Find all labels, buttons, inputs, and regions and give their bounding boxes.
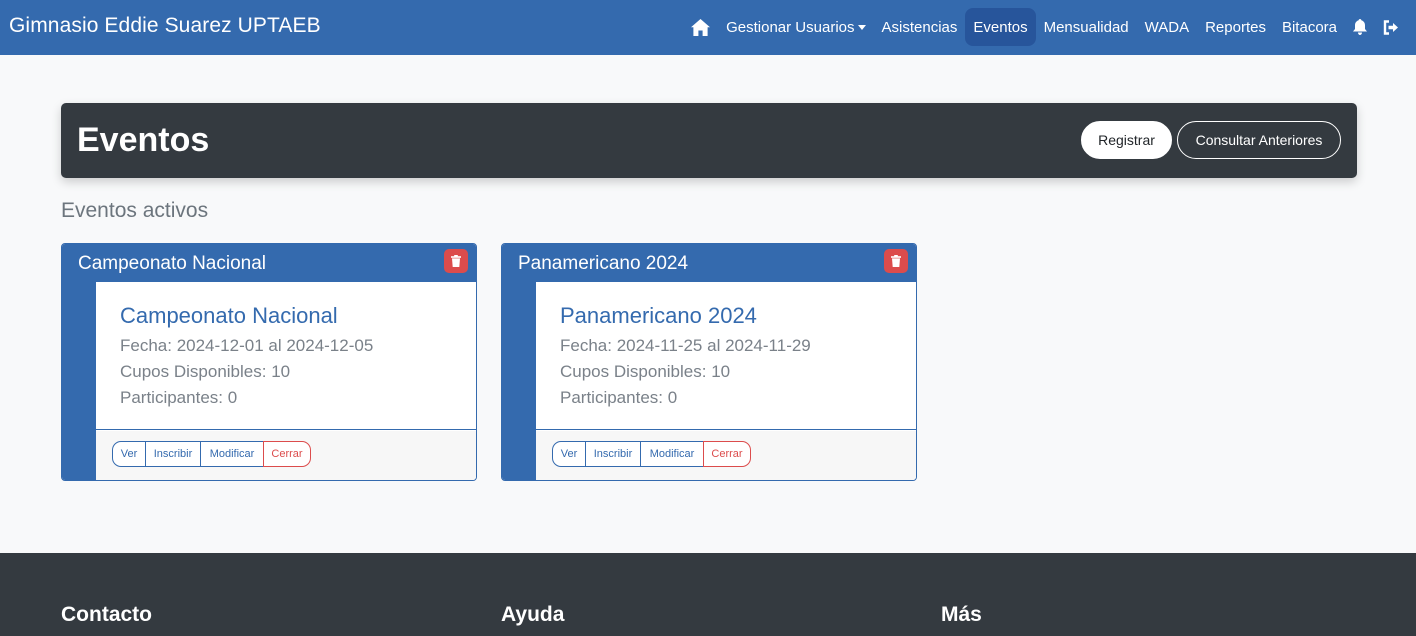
delete-event-button[interactable] (884, 249, 908, 273)
nav-menu: Gestionar Usuarios Asistencias Eventos M… (683, 7, 1408, 47)
nav-reportes[interactable]: Reportes (1197, 8, 1274, 46)
enroll-button[interactable]: Inscribir (585, 441, 641, 467)
brand-title[interactable]: Gimnasio Eddie Suarez UPTAEB (9, 14, 321, 38)
event-header-title: Campeonato Nacional (78, 253, 267, 274)
event-header-title: Panamericano 2024 (518, 253, 689, 274)
page-footer: Contacto Ayuda Más (0, 553, 1416, 636)
enroll-button[interactable]: Inscribir (145, 441, 201, 467)
logout-icon[interactable] (1375, 8, 1408, 46)
top-navbar: Gimnasio Eddie Suarez UPTAEB Gestionar U… (0, 0, 1416, 55)
event-participants: Participantes: 0 (560, 388, 678, 407)
active-events-title: Eventos activos (61, 199, 209, 222)
trash-icon (451, 255, 461, 267)
event-date: Fecha: 2024-12-01 al 2024-12-05 (120, 336, 374, 355)
event-card-footer: Ver Inscribir Modificar Cerrar (536, 431, 916, 480)
footer-heading-contacto: Contacto (61, 603, 152, 626)
event-card-body: Campeonato Nacional Fecha: 2024-12-01 al… (96, 282, 476, 430)
modify-button[interactable]: Modificar (640, 441, 704, 467)
event-card-body: Panamericano 2024 Fecha: 2024-11-25 al 2… (536, 282, 916, 430)
close-event-button[interactable]: Cerrar (263, 441, 311, 467)
view-button[interactable]: Ver (112, 441, 146, 467)
events-header-card: Eventos Registrar Consultar Anteriores (61, 103, 1357, 178)
nav-bitacora[interactable]: Bitacora (1274, 8, 1345, 46)
event-card: Campeonato Nacional Campeonato Nacional … (61, 243, 477, 481)
event-side-bar (502, 282, 536, 480)
event-card-header: Panamericano 2024 (502, 244, 916, 282)
event-card: Panamericano 2024 Panamericano 2024 Fech… (501, 243, 917, 481)
nav-mensualidad[interactable]: Mensualidad (1036, 8, 1137, 46)
event-actions: Ver Inscribir Modificar Cerrar (112, 441, 311, 467)
event-slots: Cupos Disponibles: 10 (560, 362, 731, 381)
event-participants: Participantes: 0 (120, 388, 238, 407)
footer-heading-ayuda: Ayuda (501, 603, 565, 626)
event-card-header: Campeonato Nacional (62, 244, 476, 282)
footer-heading-mas: Más (941, 603, 982, 626)
nav-gestionar-usuarios[interactable]: Gestionar Usuarios (718, 8, 873, 46)
event-name: Campeonato Nacional (120, 303, 338, 328)
modify-button[interactable]: Modificar (200, 441, 264, 467)
delete-event-button[interactable] (444, 249, 468, 273)
caret-down-icon (857, 24, 866, 30)
home-icon[interactable] (683, 8, 718, 46)
consult-previous-button[interactable]: Consultar Anteriores (1177, 121, 1341, 159)
event-slots: Cupos Disponibles: 10 (120, 362, 291, 381)
close-event-button[interactable]: Cerrar (703, 441, 751, 467)
event-actions: Ver Inscribir Modificar Cerrar (552, 441, 751, 467)
event-date: Fecha: 2024-11-25 al 2024-11-29 (560, 336, 811, 355)
event-side-bar (62, 282, 96, 480)
nav-wada[interactable]: WADA (1137, 8, 1197, 46)
bell-icon[interactable] (1345, 8, 1375, 46)
nav-eventos[interactable]: Eventos (965, 8, 1036, 46)
page-title: Eventos (77, 121, 210, 159)
register-button[interactable]: Registrar (1081, 121, 1172, 159)
event-card-footer: Ver Inscribir Modificar Cerrar (96, 431, 476, 480)
view-button[interactable]: Ver (552, 441, 586, 467)
nav-asistencias[interactable]: Asistencias (874, 8, 966, 46)
event-name: Panamericano 2024 (560, 303, 757, 328)
trash-icon (891, 255, 901, 267)
nav-label: Gestionar Usuarios (726, 18, 855, 36)
